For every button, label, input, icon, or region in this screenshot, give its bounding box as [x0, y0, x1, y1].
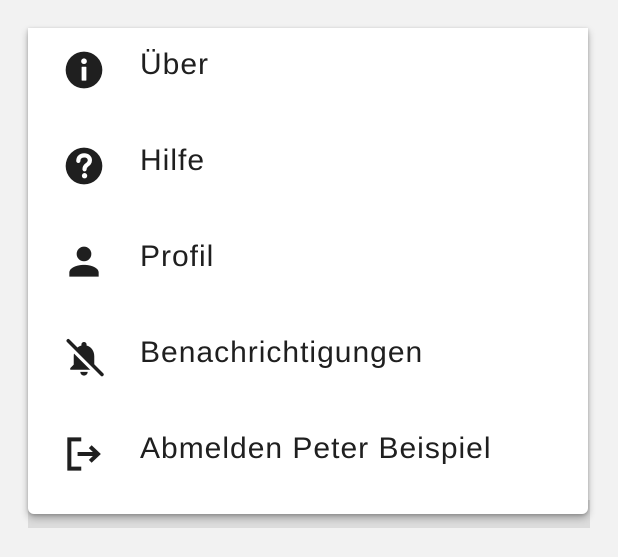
menu-item-about[interactable]: Über: [28, 28, 588, 124]
menu-item-help[interactable]: Hilfe: [28, 124, 588, 220]
menu-item-label: Profil: [140, 240, 215, 273]
menu-item-profile[interactable]: Profil: [28, 220, 588, 316]
help-icon: [62, 144, 106, 188]
info-icon: [62, 48, 106, 92]
menu-item-logout[interactable]: Abmelden Peter Beispiel: [28, 412, 588, 508]
menu-item-label: Abmelden Peter Beispiel: [140, 432, 492, 465]
menu-item-label: Über: [140, 48, 210, 81]
menu-item-notifications[interactable]: Benachrichtigungen: [28, 316, 588, 412]
user-menu: Über Hilfe Profil Benachrichtigungen Abm…: [28, 28, 588, 514]
notifications-off-icon: [62, 336, 106, 380]
menu-item-label: Hilfe: [140, 144, 206, 177]
menu-item-label: Benachrichtigungen: [140, 336, 424, 369]
person-icon: [62, 240, 106, 284]
logout-icon: [62, 432, 106, 476]
